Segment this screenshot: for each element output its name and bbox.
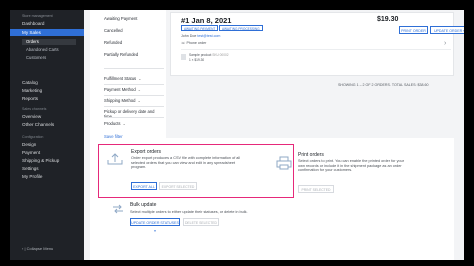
screen-frame: Store management Dashboard My Sales Orde… <box>0 0 474 266</box>
store-label: Store management <box>22 14 53 18</box>
sidebar-item-design[interactable]: Design <box>22 142 36 147</box>
customer-email[interactable]: test@test.com <box>197 34 220 38</box>
filter-label: Shipping Method <box>104 98 136 103</box>
export-orders-title: Export orders <box>131 149 162 155</box>
filter-label: Products <box>104 121 121 126</box>
bulk-update-icon <box>113 204 123 214</box>
sidebar-item-orders[interactable]: Orders <box>22 39 76 45</box>
sidebar-item-other-channels[interactable]: Other Channels <box>22 122 54 127</box>
chevron-down-icon: ⌄ <box>122 121 127 126</box>
divider <box>104 95 164 96</box>
update-statuses-label: UPDATE ORDER STATUSES <box>131 221 179 225</box>
actions-panel: Export orders Order export produces a CS… <box>90 138 454 260</box>
order-total: $19.30 <box>377 16 399 23</box>
status-partially-refunded[interactable]: Partially Refunded <box>104 52 138 57</box>
fulfillment-status-badge[interactable]: AWAITING PROCESSING <box>219 25 263 31</box>
filter-shipping-method[interactable]: Shipping Method ⌄ <box>104 98 141 103</box>
printer-icon <box>276 156 292 170</box>
update-order-button[interactable]: UPDATE ORDER ▾ <box>430 26 464 34</box>
sidebar: Store management Dashboard My Sales Orde… <box>10 10 84 260</box>
export-orders-description: Order export produces a CSV file with co… <box>131 156 241 170</box>
chevron-down-icon: ▾ <box>154 229 156 233</box>
filter-products[interactable]: Products ⌄ <box>104 121 126 126</box>
main-content: Awaiting Payment Cancelled Refunded Part… <box>84 10 464 260</box>
export-orders-section: Export orders Order export produces a CS… <box>98 144 294 198</box>
divider <box>104 106 164 107</box>
sidebar-item-marketing[interactable]: Marketing <box>22 88 42 93</box>
sidebar-item-my-sales[interactable]: My Sales <box>10 29 84 36</box>
sidebar-item-abandoned-carts[interactable]: Abandoned Carts <box>26 47 59 52</box>
print-selected-button[interactable]: PRINT SELECTED <box>298 185 334 193</box>
export-icon <box>107 153 123 165</box>
export-selected-button[interactable]: EXPORT SELECTED <box>159 182 197 190</box>
print-orders-description: Select orders to print. You can enable t… <box>298 159 404 173</box>
sidebar-item-reports[interactable]: Reports <box>22 96 38 101</box>
sales-channels-heading: Sales channels <box>22 107 47 111</box>
filter-fulfillment-status[interactable]: Fulfillment Status ⌄ <box>104 76 142 81</box>
order-title[interactable]: #1 Jan 8, 2021 <box>181 16 231 25</box>
product-name: Sample product SKU 00002 <box>189 53 229 57</box>
customer-name: John Doe test@test.com <box>181 34 220 38</box>
filter-label: Payment Method <box>104 87 136 92</box>
sidebar-item-payment[interactable]: Payment <box>22 150 40 155</box>
chevron-down-icon: ▾ <box>463 29 464 33</box>
order-card[interactable]: #1 Jan 8, 2021 AWAITING PAYMENT AWAITING… <box>170 12 464 76</box>
app-window: Store management Dashboard My Sales Orde… <box>10 10 464 260</box>
delete-selected-button[interactable]: DELETE SELECTED <box>183 218 219 226</box>
chevron-down-icon: ⌄ <box>137 87 142 92</box>
product-thumbnail <box>181 54 186 60</box>
divider <box>104 84 164 85</box>
status-awaiting-payment[interactable]: Awaiting Payment <box>104 16 137 21</box>
phone-order-text: Phone order <box>186 41 207 45</box>
product-sku: SKU 00002 <box>212 53 229 57</box>
status-cancelled[interactable]: Cancelled <box>104 28 123 33</box>
customer-name-text: John Doe <box>181 34 197 38</box>
sidebar-item-dashboard[interactable]: Dashboard <box>22 21 44 26</box>
sidebar-item-shipping[interactable]: Shipping & Pickup <box>22 158 59 163</box>
orders-summary: SHOWING 1 – 2 OF 2 ORDERS. TOTAL SALES: … <box>338 83 429 87</box>
phone-order-label: ☏ Phone order <box>181 41 206 45</box>
filter-payment-method[interactable]: Payment Method ⌄ <box>104 87 141 92</box>
sidebar-item-overview[interactable]: Overview <box>22 114 41 119</box>
divider <box>104 68 164 69</box>
product-qty: 1 × $19.30 <box>189 58 205 62</box>
sidebar-item-customers[interactable]: Customers <box>26 55 46 60</box>
export-all-button[interactable]: EXPORT ALL <box>131 182 157 190</box>
status-refunded[interactable]: Refunded <box>104 40 122 45</box>
update-order-label: UPDATE ORDER <box>433 29 463 33</box>
divider <box>104 117 164 118</box>
divider <box>181 49 451 50</box>
configuration-heading: Configuration <box>22 135 44 139</box>
print-orders-title: Print orders <box>298 152 324 158</box>
product-name-text: Sample product <box>189 53 212 57</box>
chevron-down-icon: ⌄ <box>138 76 142 81</box>
update-order-statuses-button[interactable]: UPDATE ORDER STATUSES ▾ <box>130 218 180 233</box>
filter-panel: Awaiting Payment Cancelled Refunded Part… <box>90 10 166 142</box>
collapse-menu-button[interactable]: ‹ | Collapse Menu <box>22 246 53 251</box>
sidebar-item-catalog[interactable]: Catalog <box>22 80 38 85</box>
print-order-button[interactable]: PRINT ORDER <box>399 26 428 34</box>
chevron-right-icon[interactable]: › <box>444 40 446 47</box>
filter-label: Fulfillment Status <box>104 76 137 81</box>
sidebar-item-settings[interactable]: Settings <box>22 166 39 171</box>
bulk-update-description: Select multiple orders to either update … <box>130 210 248 214</box>
payment-status-badge[interactable]: AWAITING PAYMENT <box>181 25 219 31</box>
bulk-update-title: Bulk update <box>130 202 157 208</box>
sidebar-item-my-profile[interactable]: My Profile <box>22 174 42 179</box>
chevron-down-icon: ⌄ <box>137 98 141 103</box>
collapse-menu-label: Collapse Menu <box>26 246 54 251</box>
